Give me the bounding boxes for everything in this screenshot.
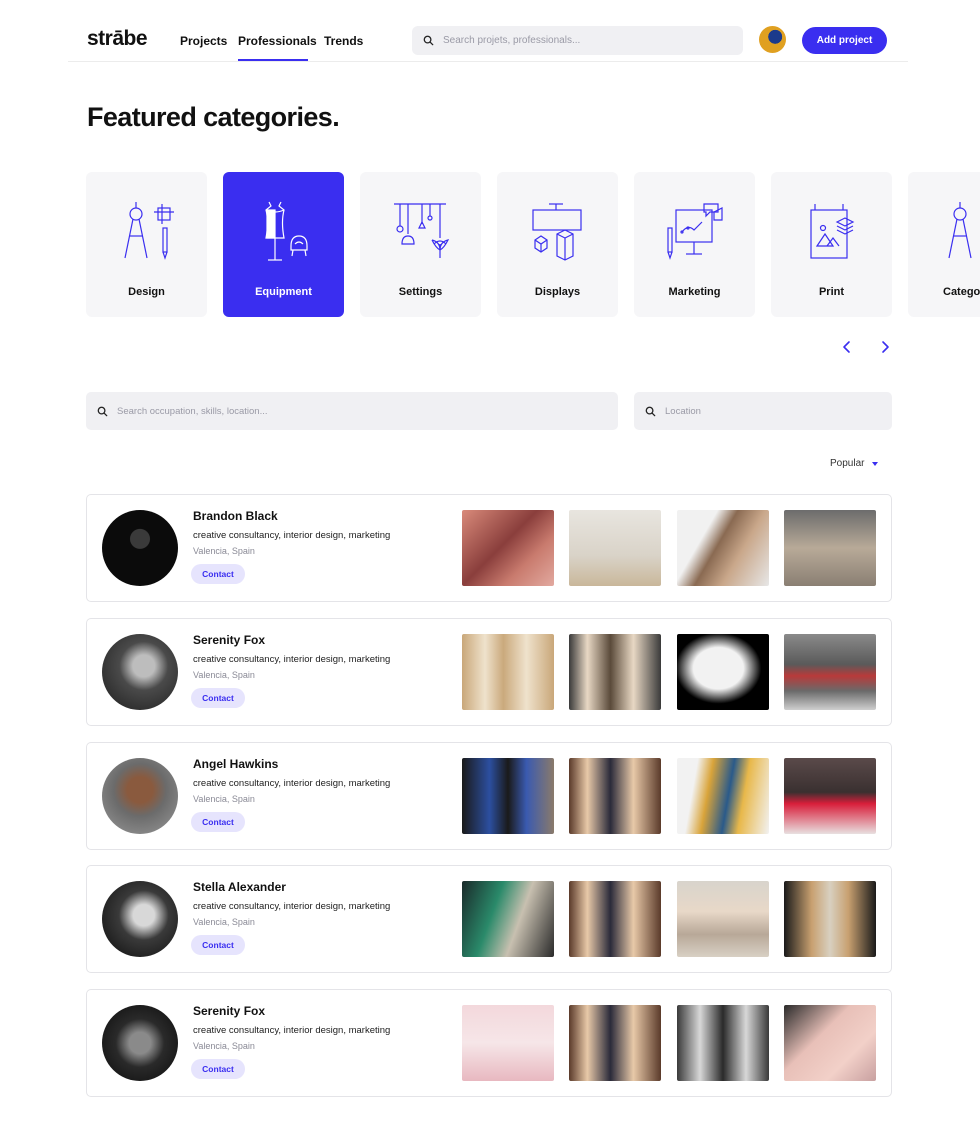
- professional-name[interactable]: Serenity Fox: [193, 633, 265, 647]
- category-label: Settings: [398, 286, 443, 298]
- professional-name[interactable]: Angel Hawkins: [193, 757, 278, 771]
- top-search-bar[interactable]: Search projets, professionals...: [412, 26, 743, 55]
- project-thumbnail[interactable]: [569, 881, 661, 957]
- contact-button[interactable]: Contact: [191, 935, 245, 955]
- project-thumbnail[interactable]: [677, 1005, 769, 1081]
- nav-professionals[interactable]: Professionals: [238, 34, 317, 48]
- location-search-bar[interactable]: Location: [634, 392, 892, 430]
- search-icon: [645, 406, 656, 416]
- avatar[interactable]: [102, 758, 178, 834]
- occupation-search-input[interactable]: Search occupation, skills, location...: [117, 406, 268, 417]
- sort-dropdown[interactable]: Popular: [830, 458, 879, 469]
- page-title: Featured categories.: [87, 102, 340, 132]
- avatar[interactable]: [102, 881, 178, 957]
- avatar[interactable]: [102, 634, 178, 710]
- project-thumbnail[interactable]: [677, 758, 769, 834]
- project-thumbnail[interactable]: [462, 510, 554, 586]
- location-input[interactable]: Location: [665, 406, 701, 417]
- compass-icon: [124, 202, 174, 260]
- project-thumbnail[interactable]: [784, 634, 876, 710]
- category-label: Design: [128, 286, 165, 298]
- professional-card[interactable]: Serenity Fox creative consultancy, inter…: [86, 989, 892, 1097]
- professional-location: Valencia, Spain: [193, 670, 255, 680]
- category-label: Marketing: [668, 286, 721, 298]
- nav-projects[interactable]: Projects: [180, 34, 227, 48]
- logo[interactable]: strābe: [87, 27, 148, 51]
- category-print[interactable]: Print: [771, 172, 892, 317]
- mannequin-icon: [265, 201, 308, 261]
- project-thumbnail[interactable]: [784, 1005, 876, 1081]
- search-icon: [423, 35, 434, 46]
- project-thumbnail[interactable]: [784, 510, 876, 586]
- project-thumbnail[interactable]: [462, 634, 554, 710]
- category-equipment[interactable]: Equipment: [223, 172, 344, 317]
- category-partial[interactable]: Catego: [908, 172, 980, 317]
- top-search-input[interactable]: Search projets, professionals...: [443, 35, 580, 46]
- category-label: Catego: [943, 286, 980, 298]
- project-thumbnail[interactable]: [784, 881, 876, 957]
- avatar[interactable]: [102, 1005, 178, 1081]
- hanging-lamps-icon: [394, 203, 450, 258]
- contact-button[interactable]: Contact: [191, 564, 245, 584]
- category-design[interactable]: Design: [86, 172, 207, 317]
- header-divider: [68, 61, 908, 62]
- professional-skills: creative consultancy, interior design, m…: [193, 530, 391, 541]
- professional-location: Valencia, Spain: [193, 1041, 255, 1051]
- search-icon: [97, 406, 108, 416]
- sort-label: Popular: [830, 458, 865, 469]
- project-thumbnail[interactable]: [677, 510, 769, 586]
- project-thumbnail[interactable]: [677, 634, 769, 710]
- display-stand-icon: [532, 203, 582, 261]
- professional-name[interactable]: Serenity Fox: [193, 1004, 265, 1018]
- category-settings[interactable]: Settings: [360, 172, 481, 317]
- project-thumbnail[interactable]: [784, 758, 876, 834]
- professional-skills: creative consultancy, interior design, m…: [193, 1025, 391, 1036]
- professional-skills: creative consultancy, interior design, m…: [193, 901, 391, 912]
- chevron-left-icon[interactable]: [838, 338, 856, 356]
- professional-location: Valencia, Spain: [193, 917, 255, 927]
- professional-skills: creative consultancy, interior design, m…: [193, 654, 391, 665]
- nav-trends[interactable]: Trends: [324, 34, 363, 48]
- print-board-icon: [810, 204, 855, 259]
- professional-card[interactable]: Angel Hawkins creative consultancy, inte…: [86, 742, 892, 850]
- project-thumbnail[interactable]: [569, 510, 661, 586]
- category-displays[interactable]: Displays: [497, 172, 618, 317]
- professional-card[interactable]: Serenity Fox creative consultancy, inter…: [86, 618, 892, 726]
- category-label: Displays: [534, 286, 581, 298]
- add-project-button[interactable]: Add project: [802, 27, 887, 54]
- professional-location: Valencia, Spain: [193, 546, 255, 556]
- chevron-right-icon[interactable]: [876, 338, 894, 356]
- contact-button[interactable]: Contact: [191, 1059, 245, 1079]
- caret-down-icon: [872, 461, 879, 466]
- user-avatar[interactable]: [759, 26, 786, 53]
- presentation-board-icon: [667, 203, 723, 260]
- professional-name[interactable]: Brandon Black: [193, 509, 278, 523]
- project-thumbnail[interactable]: [569, 758, 661, 834]
- project-thumbnail[interactable]: [462, 758, 554, 834]
- contact-button[interactable]: Contact: [191, 688, 245, 708]
- compass-icon: [948, 202, 972, 259]
- contact-button[interactable]: Contact: [191, 812, 245, 832]
- professional-skills: creative consultancy, interior design, m…: [193, 778, 391, 789]
- professional-card[interactable]: Brandon Black creative consultancy, inte…: [86, 494, 892, 602]
- project-thumbnail[interactable]: [462, 1005, 554, 1081]
- project-thumbnail[interactable]: [462, 881, 554, 957]
- avatar[interactable]: [102, 510, 178, 586]
- category-label: Print: [818, 286, 845, 298]
- professional-name[interactable]: Stella Alexander: [193, 880, 286, 894]
- category-label: Equipment: [255, 286, 312, 298]
- project-thumbnail[interactable]: [569, 1005, 661, 1081]
- professional-card[interactable]: Stella Alexander creative consultancy, i…: [86, 865, 892, 973]
- project-thumbnail[interactable]: [569, 634, 661, 710]
- professional-location: Valencia, Spain: [193, 794, 255, 804]
- category-marketing[interactable]: Marketing: [634, 172, 755, 317]
- project-thumbnail[interactable]: [677, 881, 769, 957]
- occupation-search-bar[interactable]: Search occupation, skills, location...: [86, 392, 618, 430]
